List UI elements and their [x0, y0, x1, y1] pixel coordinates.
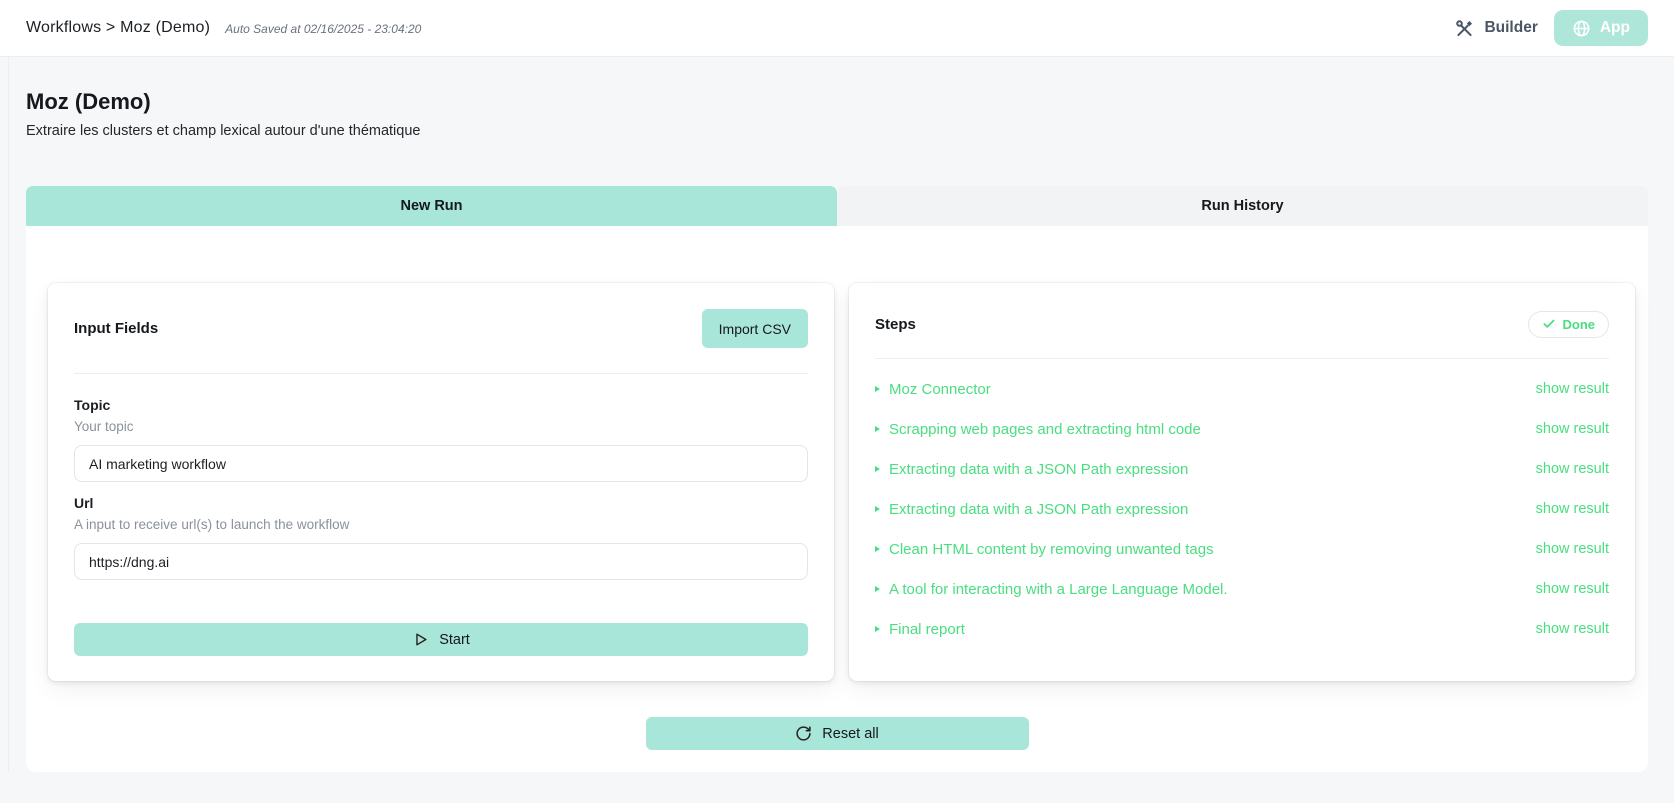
- topic-input[interactable]: [74, 445, 808, 482]
- topic-field-group: Topic Your topic: [74, 397, 808, 482]
- top-bar: Workflows > Moz (Demo) Auto Saved at 02/…: [0, 0, 1674, 57]
- header-divider: [74, 373, 808, 374]
- step-row: A tool for interacting with a Large Lang…: [875, 569, 1609, 609]
- step-name-label: Clean HTML content by removing unwanted …: [889, 541, 1214, 558]
- show-result-link[interactable]: show result: [1536, 581, 1609, 597]
- reset-all-button[interactable]: Reset all: [646, 717, 1029, 750]
- tab-run-history[interactable]: Run History: [837, 186, 1648, 226]
- breadcrumb[interactable]: Workflows > Moz (Demo): [26, 19, 210, 37]
- input-fields-title: Input Fields: [74, 320, 158, 337]
- chevron-right-icon: [875, 546, 880, 552]
- autosave-status: Auto Saved at 02/16/2025 - 23:04:20: [225, 20, 421, 36]
- tab-new-run[interactable]: New Run: [26, 186, 837, 226]
- url-input[interactable]: [74, 543, 808, 580]
- title-block: Moz (Demo) Extraire les clusters et cham…: [26, 89, 1648, 139]
- show-result-link[interactable]: show result: [1536, 621, 1609, 637]
- left-seam-divider: [8, 0, 9, 772]
- step-row: Scrapping web pages and extracting html …: [875, 409, 1609, 449]
- step-row: Clean HTML content by removing unwanted …: [875, 529, 1609, 569]
- input-fields-header: Input Fields Import CSV: [74, 309, 808, 348]
- topbar-actions: Builder App: [1454, 10, 1648, 46]
- step-row: Moz Connector show result: [875, 369, 1609, 409]
- steps-title: Steps: [875, 316, 916, 333]
- import-csv-button[interactable]: Import CSV: [702, 309, 808, 348]
- step-toggle[interactable]: Extracting data with a JSON Path express…: [875, 501, 1188, 518]
- topic-hint: Your topic: [74, 419, 808, 434]
- tab-bar: New Run Run History: [26, 186, 1648, 226]
- show-result-link[interactable]: show result: [1536, 501, 1609, 517]
- step-row: Final report show result: [875, 609, 1609, 649]
- builder-button[interactable]: Builder: [1454, 18, 1537, 39]
- builder-button-label: Builder: [1484, 19, 1537, 37]
- step-name-label: Final report: [889, 621, 965, 638]
- url-hint: A input to receive url(s) to launch the …: [74, 517, 808, 532]
- steps-card: Steps Done Moz C: [849, 283, 1635, 681]
- topic-label: Topic: [74, 397, 808, 413]
- step-name-label: Extracting data with a JSON Path express…: [889, 461, 1188, 478]
- step-toggle[interactable]: Clean HTML content by removing unwanted …: [875, 541, 1214, 558]
- globe-icon: [1572, 19, 1591, 38]
- url-label: Url: [74, 495, 808, 511]
- step-row: Extracting data with a JSON Path express…: [875, 489, 1609, 529]
- app-button-label: App: [1600, 19, 1630, 37]
- workflow-app-screen: Workflows > Moz (Demo) Auto Saved at 02/…: [0, 0, 1674, 803]
- status-badge-label: Done: [1563, 317, 1596, 332]
- chevron-right-icon: [875, 466, 880, 472]
- check-icon: [1542, 317, 1556, 331]
- page-title: Moz (Demo): [26, 89, 1648, 115]
- show-result-link[interactable]: show result: [1536, 421, 1609, 437]
- show-result-link[interactable]: show result: [1536, 381, 1609, 397]
- chevron-right-icon: [875, 586, 880, 592]
- step-toggle[interactable]: A tool for interacting with a Large Lang…: [875, 581, 1228, 598]
- step-toggle[interactable]: Final report: [875, 621, 965, 638]
- reset-all-label: Reset all: [822, 726, 878, 742]
- page-subtitle: Extraire les clusters et champ lexical a…: [26, 123, 1648, 139]
- refresh-icon: [795, 725, 812, 742]
- input-fields-card: Input Fields Import CSV Topic Your topic…: [48, 283, 834, 681]
- step-name-label: Extracting data with a JSON Path express…: [889, 501, 1188, 518]
- start-button-label: Start: [439, 632, 470, 648]
- status-badge: Done: [1528, 311, 1610, 338]
- run-panel: New Run Run History Input Fields Import …: [26, 186, 1648, 772]
- steps-header: Steps Done: [875, 309, 1609, 339]
- header-divider: [875, 358, 1609, 359]
- show-result-link[interactable]: show result: [1536, 541, 1609, 557]
- chevron-right-icon: [875, 426, 880, 432]
- step-toggle[interactable]: Scrapping web pages and extracting html …: [875, 421, 1201, 438]
- step-toggle[interactable]: Moz Connector: [875, 381, 991, 398]
- new-run-panel: Input Fields Import CSV Topic Your topic…: [26, 226, 1648, 772]
- step-row: Extracting data with a JSON Path express…: [875, 449, 1609, 489]
- step-name-label: Moz Connector: [889, 381, 991, 398]
- tools-icon: [1454, 18, 1475, 39]
- cards-row: Input Fields Import CSV Topic Your topic…: [26, 226, 1648, 681]
- chevron-right-icon: [875, 506, 880, 512]
- step-toggle[interactable]: Extracting data with a JSON Path express…: [875, 461, 1188, 478]
- start-button[interactable]: Start: [74, 623, 808, 656]
- chevron-right-icon: [875, 386, 880, 392]
- steps-list: Moz Connector show result Scrapping web …: [875, 369, 1609, 649]
- play-icon: [412, 631, 429, 648]
- step-name-label: A tool for interacting with a Large Lang…: [889, 581, 1228, 598]
- app-button[interactable]: App: [1554, 10, 1648, 46]
- show-result-link[interactable]: show result: [1536, 461, 1609, 477]
- url-field-group: Url A input to receive url(s) to launch …: [74, 495, 808, 580]
- step-name-label: Scrapping web pages and extracting html …: [889, 421, 1201, 438]
- chevron-right-icon: [875, 626, 880, 632]
